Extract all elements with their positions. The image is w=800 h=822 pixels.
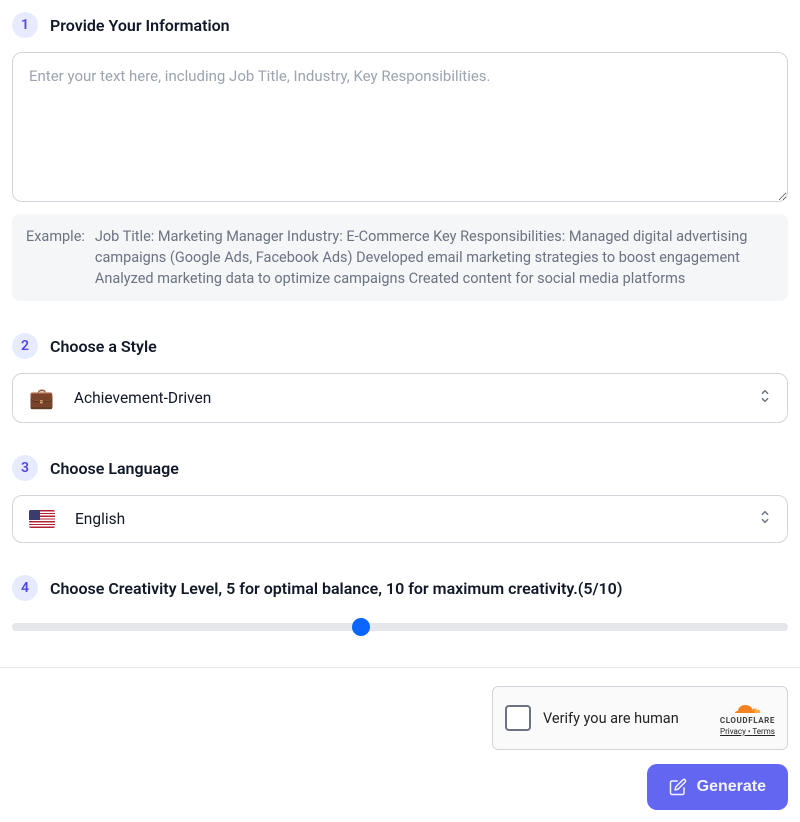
example-text: Job Title: Marketing Manager Industry: E… <box>95 226 774 289</box>
generate-button[interactable]: Generate <box>647 764 788 810</box>
step3-title: Choose Language <box>50 459 179 478</box>
section-language: 3 Choose Language English <box>12 455 788 543</box>
slider-thumb[interactable] <box>352 618 370 636</box>
slider-fill <box>12 623 361 631</box>
edit-icon <box>669 778 687 796</box>
cloudflare-wordmark: CLOUDFLARE <box>720 716 775 725</box>
captcha-legal-links: Privacy • Terms <box>720 727 775 736</box>
chevron-updown-icon <box>759 388 771 408</box>
captcha-brand: CLOUDFLARE Privacy • Terms <box>720 700 775 736</box>
section-info: 1 Provide Your Information Example: Job … <box>12 12 788 301</box>
slider-track <box>12 623 788 631</box>
captcha-privacy-link[interactable]: Privacy <box>720 727 746 736</box>
cloudflare-icon <box>733 700 761 714</box>
style-selected-label: Achievement-Driven <box>74 389 211 407</box>
creativity-slider[interactable] <box>12 615 788 635</box>
us-flag-icon <box>29 510 55 528</box>
footer: Verify you are human CLOUDFLARE Privacy … <box>12 686 788 810</box>
step4-header: 4 Choose Creativity Level, 5 for optimal… <box>12 575 788 601</box>
captcha-terms-link[interactable]: Terms <box>752 727 774 736</box>
example-label: Example: <box>26 226 85 247</box>
step4-title: Choose Creativity Level, 5 for optimal b… <box>50 579 622 598</box>
step3-header: 3 Choose Language <box>12 455 788 481</box>
language-selected-label: English <box>75 510 125 528</box>
step2-header: 2 Choose a Style <box>12 333 788 359</box>
step3-badge: 3 <box>12 455 38 481</box>
step1-title: Provide Your Information <box>50 16 230 35</box>
captcha-widget: Verify you are human CLOUDFLARE Privacy … <box>492 686 788 750</box>
language-select[interactable]: English <box>12 495 788 543</box>
chevron-updown-icon <box>759 509 771 529</box>
step4-badge: 4 <box>12 575 38 601</box>
briefcase-icon: 💼 <box>29 388 54 408</box>
captcha-checkbox[interactable] <box>505 705 531 731</box>
captcha-label: Verify you are human <box>543 710 708 727</box>
section-creativity: 4 Choose Creativity Level, 5 for optimal… <box>12 575 788 635</box>
step1-badge: 1 <box>12 12 38 38</box>
info-textarea[interactable] <box>12 52 788 202</box>
step2-title: Choose a Style <box>50 337 157 356</box>
generate-button-label: Generate <box>697 778 766 796</box>
section-style: 2 Choose a Style 💼 Achievement-Driven <box>12 333 788 423</box>
step2-badge: 2 <box>12 333 38 359</box>
divider <box>0 667 800 668</box>
style-select[interactable]: 💼 Achievement-Driven <box>12 373 788 423</box>
step1-header: 1 Provide Your Information <box>12 12 788 38</box>
example-box: Example: Job Title: Marketing Manager In… <box>12 214 788 301</box>
